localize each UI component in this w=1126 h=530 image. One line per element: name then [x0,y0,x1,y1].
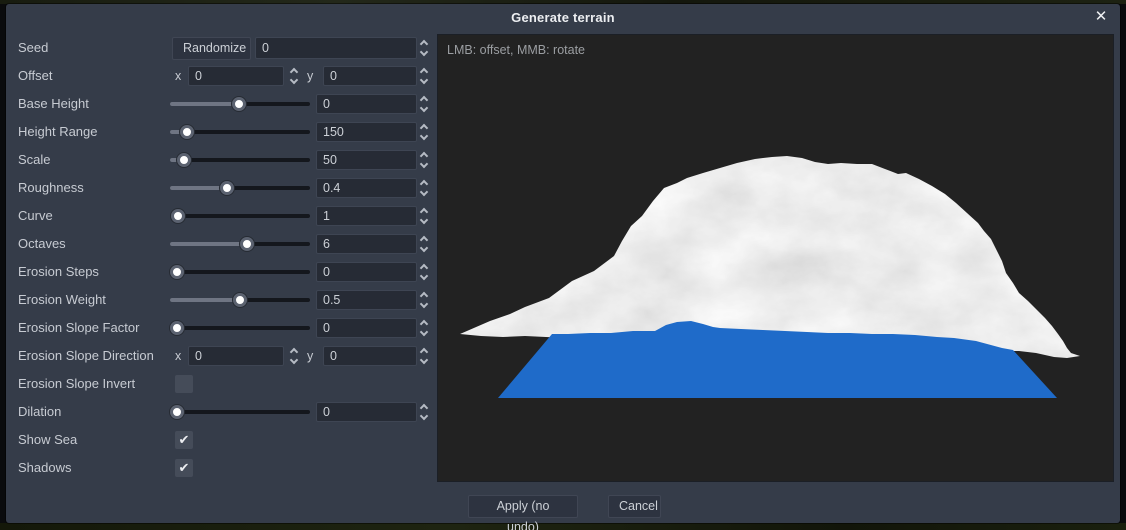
dialog-titlebar: Generate terrain ✕ [6,4,1120,32]
terrain-settings-form: Seed Randomize 0 Offset x 0 y 0 Base Hei… [6,32,437,482]
row-erosion-steps: Erosion Steps 0 [6,258,437,286]
octaves-spinner-icon[interactable] [417,230,431,258]
curve-slider[interactable] [170,202,310,230]
seed-input[interactable]: 0 [255,37,417,59]
scale-slider[interactable] [170,146,310,174]
check-icon: ✔ [175,431,193,449]
height-range-slider[interactable] [170,118,310,146]
height-range-input[interactable]: 150 [316,122,417,142]
shadows-checkbox[interactable]: ✔ [175,459,193,477]
terrain-preview-viewport[interactable]: LMB: offset, MMB: rotate [437,34,1114,482]
roughness-spinner-icon[interactable] [417,174,431,202]
cancel-button[interactable]: Cancel [608,495,661,518]
row-seed: Seed Randomize 0 [6,34,437,62]
base-height-input[interactable]: 0 [316,94,417,114]
erosion-slope-invert-checkbox[interactable] [175,375,193,393]
curve-input[interactable]: 1 [316,206,417,226]
erosion-weight-spinner-icon[interactable] [417,286,431,314]
erosion-slope-factor-label: Erosion Slope Factor [18,314,139,342]
check-icon: ✔ [175,459,193,477]
erosion-slope-direction-x-spinner-icon[interactable] [287,342,301,370]
curve-spinner-icon[interactable] [417,202,431,230]
shadows-label: Shadows [18,454,71,482]
dilation-slider[interactable] [170,398,310,426]
erosion-slope-factor-slider[interactable] [170,314,310,342]
roughness-label: Roughness [18,174,84,202]
erosion-steps-label: Erosion Steps [18,258,99,286]
height-range-label: Height Range [18,118,98,146]
row-shadows: Shadows ✔ [6,454,437,482]
dilation-label: Dilation [18,398,61,426]
erosion-slope-factor-input[interactable]: 0 [316,318,417,338]
seed-spinner-icon[interactable] [417,34,431,62]
offset-x-spinner-icon[interactable] [287,62,301,90]
row-offset: Offset x 0 y 0 [6,62,437,90]
row-dilation: Dilation 0 [6,398,437,426]
base-height-label: Base Height [18,90,89,118]
erosion-slope-direction-x-label: x [175,342,181,370]
erosion-steps-spinner-icon[interactable] [417,258,431,286]
erosion-slope-direction-x-input[interactable]: 0 [188,346,284,366]
height-range-spinner-icon[interactable] [417,118,431,146]
row-erosion-slope-direction: Erosion Slope Direction x 0 y 0 [6,342,437,370]
base-height-slider[interactable] [170,90,310,118]
scale-spinner-icon[interactable] [417,146,431,174]
octaves-label: Octaves [18,230,66,258]
erosion-steps-input[interactable]: 0 [316,262,417,282]
dilation-spinner-icon[interactable] [417,398,431,426]
seed-label: Seed [18,34,48,62]
background-edge-bottom [0,523,1126,530]
roughness-input[interactable]: 0.4 [316,178,417,198]
erosion-slope-factor-spinner-icon[interactable] [417,314,431,342]
show-sea-checkbox[interactable]: ✔ [175,431,193,449]
offset-y-label: y [307,62,313,90]
row-height-range: Height Range 150 [6,118,437,146]
erosion-slope-direction-label: Erosion Slope Direction [18,342,154,370]
erosion-slope-direction-y-label: y [307,342,313,370]
scale-input[interactable]: 50 [316,150,417,170]
dialog-footer: Apply (no undo) Cancel [6,495,1120,518]
octaves-input[interactable]: 6 [316,234,417,254]
terrain-preview-svg [438,35,1115,483]
check-icon [175,375,193,393]
row-scale: Scale 50 [6,146,437,174]
erosion-slope-direction-y-spinner-icon[interactable] [417,342,431,370]
scale-label: Scale [18,146,51,174]
erosion-slope-invert-label: Erosion Slope Invert [18,370,135,398]
octaves-slider[interactable] [170,230,310,258]
generate-terrain-dialog: Generate terrain ✕ Seed Randomize 0 Offs… [6,4,1120,523]
screen: Generate terrain ✕ Seed Randomize 0 Offs… [0,0,1126,530]
offset-y-spinner-icon[interactable] [417,62,431,90]
dialog-title: Generate terrain [6,4,1120,32]
erosion-weight-slider[interactable] [170,286,310,314]
erosion-weight-input[interactable]: 0.5 [316,290,417,310]
close-icon[interactable]: ✕ [1091,7,1111,27]
row-show-sea: Show Sea ✔ [6,426,437,454]
offset-x-label: x [175,62,181,90]
offset-y-input[interactable]: 0 [323,66,417,86]
row-roughness: Roughness 0.4 [6,174,437,202]
row-erosion-slope-invert: Erosion Slope Invert [6,370,437,398]
dilation-input[interactable]: 0 [316,402,417,422]
roughness-slider[interactable] [170,174,310,202]
offset-x-input[interactable]: 0 [188,66,284,86]
row-base-height: Base Height 0 [6,90,437,118]
row-erosion-slope-factor: Erosion Slope Factor 0 [6,314,437,342]
row-octaves: Octaves 6 [6,230,437,258]
offset-label: Offset [18,62,52,90]
erosion-weight-label: Erosion Weight [18,286,106,314]
curve-label: Curve [18,202,53,230]
preview-hint-text: LMB: offset, MMB: rotate [447,43,585,57]
row-erosion-weight: Erosion Weight 0.5 [6,286,437,314]
erosion-steps-slider[interactable] [170,258,310,286]
erosion-slope-direction-y-input[interactable]: 0 [323,346,417,366]
terrain-mesh [460,156,1080,358]
randomize-button[interactable]: Randomize [172,37,251,60]
apply-button[interactable]: Apply (no undo) [468,495,578,518]
base-height-spinner-icon[interactable] [417,90,431,118]
row-curve: Curve 1 [6,202,437,230]
show-sea-label: Show Sea [18,426,77,454]
